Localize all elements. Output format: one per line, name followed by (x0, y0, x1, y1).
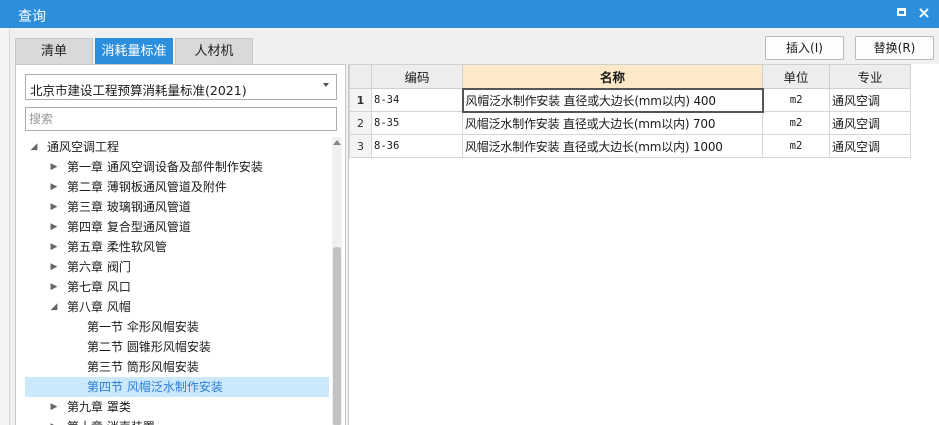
tree-node[interactable]: ▶ 第六章 阀门 (25, 257, 329, 277)
tree-node-label: 第六章 阀门 (67, 260, 131, 274)
results-table: 编码 名称 单位 专业 1 8-34 风帽泛水制作安装 直径或大边长(mm以内) 4… (349, 64, 911, 158)
tab-bill[interactable]: 清单 (15, 38, 93, 64)
tree-node[interactable]: ▶ 第二章 薄钢板通风管道及附件 (25, 177, 329, 197)
tree-node[interactable]: ▶ 第五章 柔性软风管 (25, 237, 329, 257)
standard-select-value: 北京市建设工程预算消耗量标准(2021) (30, 83, 247, 98)
table-row[interactable]: 2 8-35 风帽泛水制作安装 直径或大边长(mm以内) 700 m2 通风空调 (349, 111, 911, 135)
chevron-down-icon[interactable] (323, 83, 329, 87)
cell-name[interactable]: 风帽泛水制作安装 直径或大边长(mm以内) 1000 (462, 134, 763, 158)
table-row[interactable]: 1 8-34 风帽泛水制作安装 直径或大边长(mm以内) 400 m2 通风空调 (349, 87, 911, 113)
cell-unit[interactable]: m2 (762, 111, 830, 135)
tree-scrollbar[interactable] (332, 137, 342, 425)
cell-code[interactable]: 8-34 (371, 88, 463, 112)
tree-node-label: 第四章 复合型通风管道 (67, 220, 191, 234)
collapsed-triangle-icon[interactable]: ▶ (49, 277, 59, 297)
tree-node[interactable]: 第四节 风帽泛水制作安装 (25, 377, 329, 397)
tree-node[interactable]: ▶ 第十章 消声装置 (25, 417, 329, 425)
cell-major[interactable]: 通风空调 (829, 111, 911, 135)
table-header-row: 编码 名称 单位 专业 (349, 64, 911, 89)
tree-node-label: 第三章 玻璃钢通风管道 (67, 200, 191, 214)
expanded-triangle-icon[interactable]: ◢ (49, 297, 59, 317)
results-panel: 编码 名称 单位 专业 1 8-34 风帽泛水制作安装 直径或大边长(mm以内) 4… (348, 64, 939, 425)
insert-button[interactable]: 插入(I) (765, 36, 844, 60)
cell-name[interactable]: 风帽泛水制作安装 直径或大边长(mm以内) 400 (461, 87, 764, 113)
collapsed-triangle-icon[interactable]: ▶ (49, 257, 59, 277)
row-number[interactable]: 3 (349, 134, 372, 158)
collapsed-triangle-icon[interactable]: ▶ (49, 157, 59, 177)
scrollbar-thumb[interactable] (333, 247, 341, 425)
tree-node-label: 第四节 风帽泛水制作安装 (87, 380, 223, 394)
tree-node[interactable]: 第一节 伞形风帽安装 (25, 317, 329, 337)
row-number[interactable]: 2 (349, 111, 372, 135)
tree-node[interactable]: ▶ 第七章 风口 (25, 277, 329, 297)
collapsed-triangle-icon[interactable]: ▶ (49, 177, 59, 197)
tree-node-label: 第一节 伞形风帽安装 (87, 320, 199, 334)
tree-node[interactable]: ◢ 第八章 风帽 (25, 297, 329, 317)
tree-node[interactable]: ▶ 第三章 玻璃钢通风管道 (25, 197, 329, 217)
collapsed-triangle-icon[interactable]: ▶ (49, 217, 59, 237)
tree-node-label: 第三节 筒形风帽安装 (87, 360, 199, 374)
collapsed-triangle-icon[interactable]: ▶ (49, 197, 59, 217)
row-number[interactable]: 1 (349, 88, 372, 112)
replace-button[interactable]: 替换(R) (855, 36, 934, 60)
expanded-triangle-icon[interactable]: ◢ (29, 137, 39, 157)
tree-node-label: 第一章 通风空调设备及部件制作安装 (67, 160, 263, 174)
cell-major[interactable]: 通风空调 (829, 134, 911, 158)
header-major[interactable]: 专业 (829, 64, 911, 89)
collapsed-triangle-icon[interactable]: ▶ (49, 237, 59, 257)
maximize-icon[interactable] (895, 6, 909, 20)
header-unit[interactable]: 单位 (762, 64, 830, 89)
cell-unit[interactable]: m2 (762, 88, 830, 112)
table-row[interactable]: 3 8-36 风帽泛水制作安装 直径或大边长(mm以内) 1000 m2 通风空调 (349, 134, 911, 158)
tree-node-label: 第十章 消声装置 (67, 417, 155, 425)
cell-name[interactable]: 风帽泛水制作安装 直径或大边长(mm以内) 700 (462, 111, 763, 135)
tree-node[interactable]: ▶ 第九章 罩类 (25, 397, 329, 417)
background-window-edge (0, 28, 10, 425)
window-title: 查询 (18, 9, 46, 25)
category-panel: 北京市建设工程预算消耗量标准(2021) ◢ 通风空调工程 ▶ 第一章 通风空调设备及… (15, 64, 346, 425)
tree-node-label: 第五章 柔性软风管 (67, 240, 167, 254)
header-row-number (349, 64, 372, 89)
tab-labor-material-machine[interactable]: 人材机 (175, 38, 253, 64)
tree-node[interactable]: ▶ 第四章 复合型通风管道 (25, 217, 329, 237)
cell-unit[interactable]: m2 (762, 134, 830, 158)
tree-node-label: 第八章 风帽 (67, 300, 131, 314)
tree-node-label: 通风空调工程 (47, 140, 120, 154)
category-tree: ◢ 通风空调工程 ▶ 第一章 通风空调设备及部件制作安装 ▶ 第二章 薄钢板通风管道及附件… (25, 137, 329, 425)
title-bar: 查询 × (0, 0, 939, 28)
standard-select[interactable]: 北京市建设工程预算消耗量标准(2021) (25, 74, 337, 100)
tree-node[interactable]: ◢ 通风空调工程 (25, 137, 329, 157)
cell-code[interactable]: 8-36 (371, 134, 463, 158)
close-icon[interactable]: × (917, 5, 931, 21)
tree-node-label: 第二节 圆锥形风帽安装 (87, 340, 211, 354)
tree-node[interactable]: 第三节 筒形风帽安装 (25, 357, 329, 377)
cell-major[interactable]: 通风空调 (829, 88, 911, 112)
cell-code[interactable]: 8-35 (371, 111, 463, 135)
search-input[interactable] (25, 107, 337, 131)
header-code[interactable]: 编码 (371, 64, 463, 89)
tree-node[interactable]: 第二节 圆锥形风帽安装 (25, 337, 329, 357)
collapsed-triangle-icon[interactable]: ▶ (49, 397, 59, 417)
scroll-up-icon[interactable] (333, 140, 341, 145)
tree-node[interactable]: ▶ 第一章 通风空调设备及部件制作安装 (25, 157, 329, 177)
tree-node-label: 第二章 薄钢板通风管道及附件 (67, 180, 227, 194)
tree-node-label: 第七章 风口 (67, 280, 131, 294)
tab-consumption-standard[interactable]: 消耗量标准 (95, 38, 173, 64)
tree-node-label: 第九章 罩类 (67, 400, 131, 414)
header-name[interactable]: 名称 (462, 64, 763, 89)
collapsed-triangle-icon[interactable]: ▶ (49, 417, 59, 425)
